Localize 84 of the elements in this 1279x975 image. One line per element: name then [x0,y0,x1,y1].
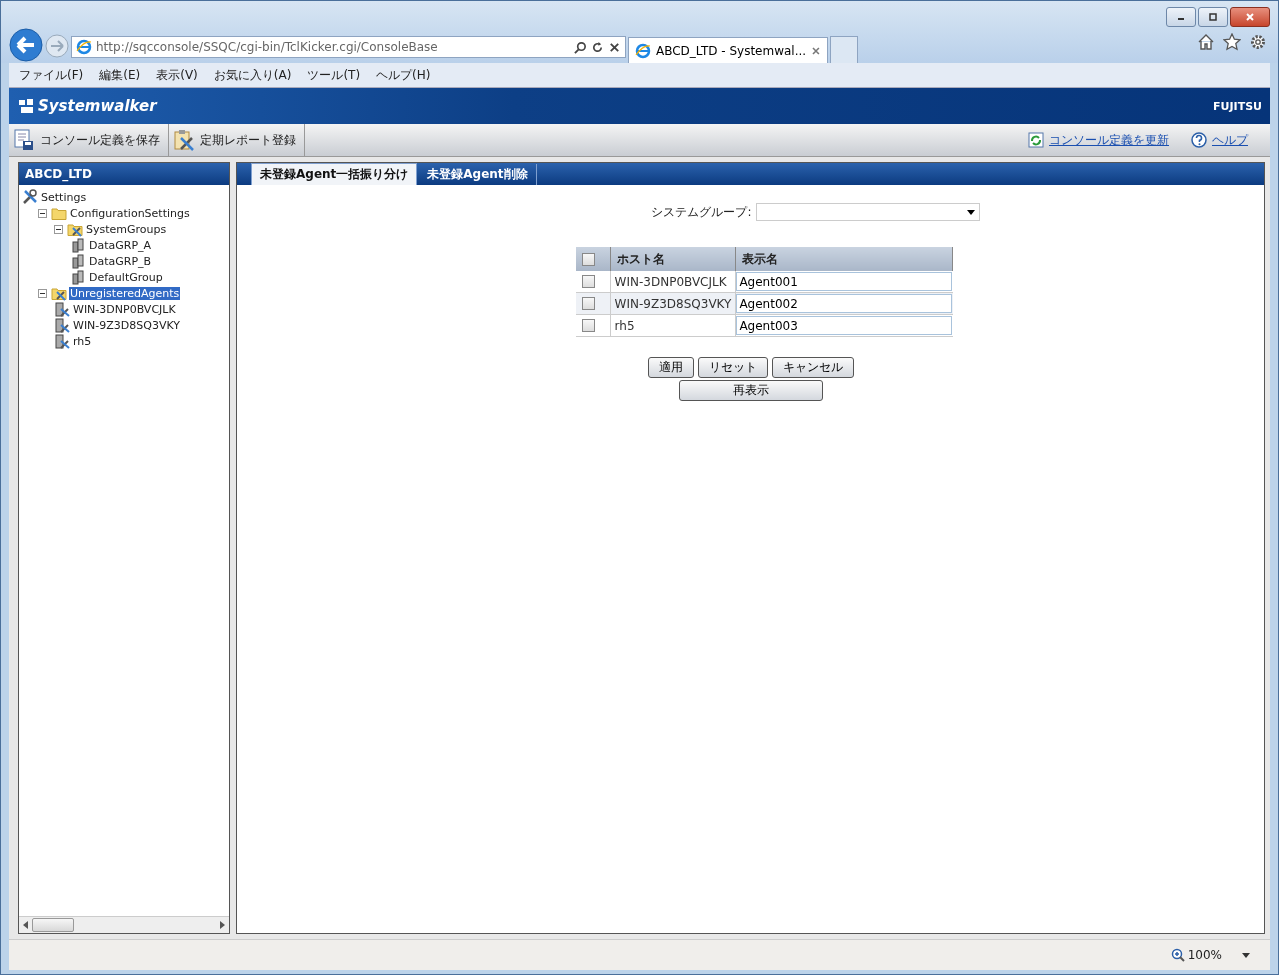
redisplay-button[interactable]: 再表示 [678,380,823,401]
tree-item[interactable]: WIN-3DNP0BVCJLK [72,302,177,316]
server-stack-icon [70,237,86,253]
toolbar-button[interactable]: 定期レポート登録 [169,124,305,156]
dropdown-arrow-icon [966,209,975,215]
browser-tab[interactable]: ABCD_LTD - Systemwal... [628,37,828,63]
close-icon [1245,12,1255,22]
tree-item[interactable]: DataGRP_B [88,254,153,268]
refresh-icon[interactable] [591,40,604,54]
folder-icon [51,205,67,221]
display-name-field[interactable]: Agent001 [736,272,953,291]
menu-item[interactable]: ヘルプ(H) [376,66,431,84]
menu-item[interactable]: ファイル(F) [19,66,84,84]
save-icon [13,129,35,151]
tree-item[interactable]: SystemGroups [85,222,168,236]
minimize-button[interactable] [1166,7,1196,27]
sidebar-title: ABCD_LTD [19,163,229,185]
server-stack-icon [70,253,86,269]
display-name-field[interactable]: Agent002 [736,294,953,313]
tree-item[interactable]: Settings [40,190,88,204]
tab[interactable]: 未登録Agent一括振り分け [251,163,418,185]
scroll-thumb[interactable] [32,918,74,932]
collapse-toggle[interactable] [38,208,47,218]
table-cell: rh5 [610,314,736,337]
close-tab-icon[interactable] [811,45,821,56]
folder-tools-icon [51,285,67,301]
home-icon[interactable] [1197,33,1215,51]
collapse-toggle[interactable] [38,288,47,298]
star-icon[interactable] [1223,33,1241,51]
form-button[interactable]: リセット [697,357,768,378]
address-bar[interactable]: http://sqcconsole/SSQC/cgi-bin/TclKicker.cgi/ConsoleBase [71,36,626,58]
select-all-checkbox[interactable] [581,252,595,266]
row-checkbox[interactable] [581,319,595,332]
browser-e-icon [635,42,651,59]
close-button[interactable] [1230,7,1270,27]
settings-icon[interactable] [1249,33,1267,51]
menu-item[interactable]: 編集(E) [99,66,141,84]
refresh-page-icon [1028,132,1044,148]
menu-item[interactable]: 表示(V) [156,66,198,84]
dropdown-arrow-icon[interactable] [1242,952,1250,958]
menu-item[interactable]: お気に入り(A) [213,66,292,84]
column-header: 表示名 [735,247,953,271]
server-tools-icon [54,301,70,317]
tools-icon [22,189,38,205]
clipboard-tools-icon [173,129,195,151]
horizontal-scrollbar[interactable] [19,916,229,933]
toolbar-link[interactable]: ヘルプ [1212,131,1248,149]
server-tools-icon [54,317,70,333]
menu-item[interactable]: ツール(T) [307,66,361,84]
back-button[interactable] [9,28,43,62]
help-icon [1191,132,1207,148]
form-button[interactable]: 適用 [647,357,694,378]
field-label: システムグループ: [651,203,752,221]
tree-item[interactable]: DataGRP_A [88,238,153,252]
maximize-icon [1208,12,1218,22]
toolbar-link[interactable]: コンソール定義を更新 [1049,131,1169,149]
tree-item[interactable]: WIN-9Z3D8SQ3VKY [72,318,182,332]
browser-e-icon [76,39,92,55]
tab[interactable]: 未登録Agent削除 [419,164,537,185]
maximize-button[interactable] [1198,7,1228,27]
folder-tools-icon [67,221,83,237]
scroll-right-icon[interactable] [220,921,225,929]
tree-item[interactable]: rh5 [72,334,93,348]
column-header: ホスト名 [610,247,736,271]
server-tools-icon [54,333,70,349]
row-checkbox[interactable] [581,275,595,288]
logo-icon [17,98,35,114]
collapse-toggle[interactable] [54,224,63,234]
row-checkbox[interactable] [581,297,595,310]
stop-icon[interactable] [608,40,621,54]
tree-item[interactable]: UnregisteredAgents [69,286,181,300]
zoom-control[interactable]: 100% [1170,948,1222,962]
brand-logo: FUJITSU [1213,99,1262,113]
form-button[interactable]: キャンセル [771,357,854,378]
display-name-field[interactable]: Agent003 [736,316,953,335]
tree-item[interactable]: DefaultGroup [88,270,164,284]
toolbar-button[interactable]: コンソール定義を保存 [9,124,169,156]
table-cell: WIN-3DNP0BVCJLK [610,271,736,293]
tree-item[interactable]: ConfigurationSettings [69,206,191,220]
logo-text: Systemwalker [38,97,157,115]
search-icon[interactable] [574,40,587,54]
server-stack-icon [70,269,86,285]
scroll-left-icon[interactable] [23,921,28,929]
zoom-icon [1170,948,1185,962]
